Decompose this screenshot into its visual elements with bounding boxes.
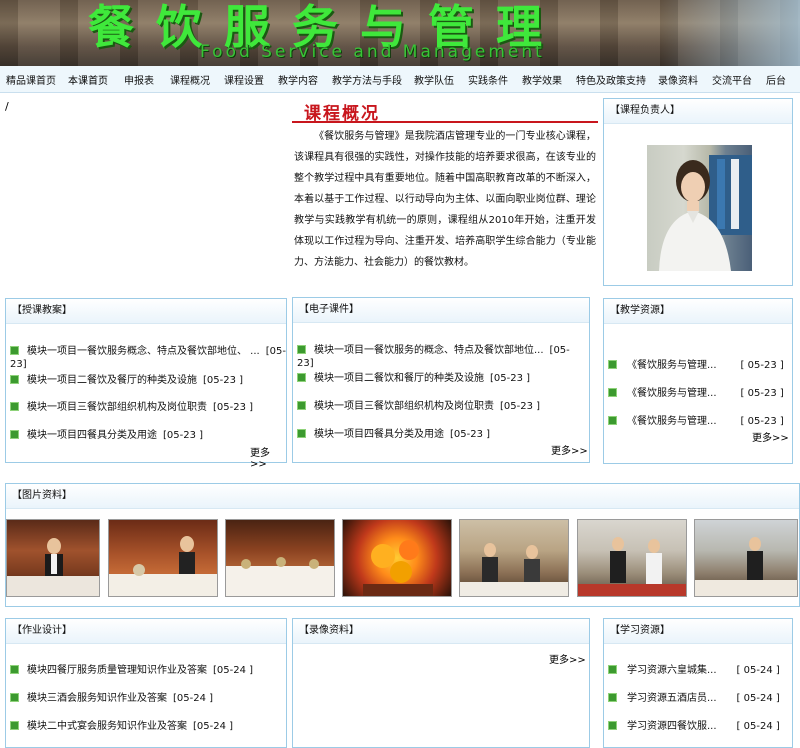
more-link[interactable]: 更多>>: [250, 444, 286, 470]
bullet-icon: [10, 401, 19, 411]
list-item[interactable]: 模块一项目三餐饮部组织机构及岗位职责 [05-23 ]: [10, 401, 253, 414]
nav-item-overview[interactable]: 课程概况: [170, 72, 210, 87]
list-item[interactable]: 模块一项目三餐饮部组织机构及岗位职责 [05-23 ]: [297, 400, 540, 413]
homework-box: 【作业设计】 模块四餐厅服务质量管理知识作业及答案 [05-24 ] 模块三酒会服…: [5, 618, 287, 748]
photo-materials-title: 【图片资料】: [6, 484, 799, 509]
bullet-icon: [10, 429, 19, 439]
bullet-icon: [608, 720, 617, 730]
courseware-title: 【电子课件】: [293, 298, 589, 323]
list-item[interactable]: 《餐饮服务与管理...[ 05-23 ]: [608, 415, 784, 428]
nav-item-course-home[interactable]: 本课首页: [68, 72, 108, 87]
bullet-icon: [297, 372, 306, 382]
nav-item-methods[interactable]: 教学方法与手段: [332, 72, 402, 87]
nav-item-featured-home[interactable]: 精品课首页: [6, 72, 56, 87]
list-item[interactable]: 模块一项目二餐饮及餐厅的种类及设施 [05-23 ]: [10, 374, 243, 387]
bullet-icon: [10, 374, 19, 384]
bullet-icon: [297, 428, 306, 438]
teaching-plans-box: 【授课教案】 模块一项目一餐饮服务概念、特点及餐饮部地位、 ... [05-23]…: [5, 298, 287, 470]
breadcrumb: /: [5, 100, 9, 113]
bullet-icon: [608, 415, 617, 425]
overview-divider: [292, 121, 598, 123]
bullet-icon: [608, 692, 617, 702]
nav-item-admin[interactable]: 后台: [766, 72, 786, 87]
list-item[interactable]: 模块一项目四餐具分类及用途 [05-23 ]: [297, 428, 490, 441]
bullet-icon: [297, 400, 306, 410]
homework-title: 【作业设计】: [6, 619, 286, 644]
teaching-resources-title: 【教学资源】: [604, 299, 792, 324]
list-item[interactable]: 模块一项目四餐具分类及用途 [05-23 ]: [10, 429, 203, 442]
banner-tint: [660, 0, 800, 66]
courseware-box: 【电子课件】 模块一项目一餐饮服务的概念、特点及餐饮部地位... [05-23] …: [292, 297, 590, 463]
nav-item-application[interactable]: 申报表: [124, 72, 154, 87]
site-banner: 餐饮服务与管理 Food Service and Management: [0, 0, 800, 66]
main-nav: 精品课首页 本课首页 申报表 课程概况 课程设置 教学内容 教学方法与手段 教学…: [0, 66, 800, 93]
teaching-resources-box: 【教学资源】 《餐饮服务与管理...[ 05-23 ] 《餐饮服务与管理...[…: [603, 298, 793, 464]
video-materials-title: 【录像资料】: [293, 619, 589, 644]
more-link[interactable]: 更多>>: [549, 651, 586, 666]
teaching-plans-title: 【授课教案】: [6, 299, 286, 324]
list-item[interactable]: 学习资源六皇城集...[ 05-24 ]: [608, 664, 780, 677]
list-item[interactable]: 模块一项目二餐饮和餐厅的种类及设施 [05-23 ]: [297, 372, 530, 385]
nav-item-team[interactable]: 教学队伍: [414, 72, 454, 87]
bullet-icon: [608, 359, 617, 369]
list-item[interactable]: 模块四餐厅服务质量管理知识作业及答案 [05-24 ]: [10, 664, 253, 677]
nav-item-results[interactable]: 教学效果: [522, 72, 562, 87]
bullet-icon: [10, 720, 19, 730]
photo-thumbnail[interactable]: [577, 519, 687, 597]
bullet-icon: [10, 692, 19, 702]
nav-item-course-setup[interactable]: 课程设置: [224, 72, 264, 87]
photo-thumbnail[interactable]: [459, 519, 569, 597]
photo-thumbnail[interactable]: [6, 519, 100, 597]
list-item[interactable]: 模块二中式宴会服务知识作业及答案 [05-24 ]: [10, 720, 233, 733]
photo-thumbnail[interactable]: [225, 519, 335, 597]
photo-thumbnail[interactable]: [342, 519, 452, 597]
video-materials-box: 【录像资料】 更多>>: [292, 618, 590, 748]
course-leader-title: 【课程负责人】: [604, 99, 792, 124]
photo-thumbnail[interactable]: [108, 519, 218, 597]
list-item[interactable]: 《餐饮服务与管理...[ 05-23 ]: [608, 359, 784, 372]
nav-item-content[interactable]: 教学内容: [278, 72, 318, 87]
bullet-icon: [10, 664, 19, 674]
list-item[interactable]: 模块三酒会服务知识作业及答案 [05-24 ]: [10, 692, 213, 705]
banner-subtitle: Food Service and Management: [200, 42, 545, 62]
list-item[interactable]: 学习资源四餐饮服...[ 05-24 ]: [608, 720, 780, 733]
leader-portrait-icon: [659, 155, 752, 271]
nav-item-video[interactable]: 录像资料: [658, 72, 698, 87]
overview-text: 《餐饮服务与管理》是我院酒店管理专业的一门专业核心课程，该课程具有很强的实践性，…: [294, 131, 596, 268]
more-link[interactable]: 更多>>: [551, 442, 588, 457]
nav-item-features[interactable]: 特色及政策支持: [576, 72, 646, 87]
course-overview: 课程概况 《餐饮服务与管理》是我院酒店管理专业的一门专业核心课程，该课程具有很强…: [292, 97, 598, 273]
bullet-icon: [608, 664, 617, 674]
photo-thumbnail[interactable]: [694, 519, 798, 597]
bullet-icon: [297, 344, 306, 354]
learning-resources-title: 【学习资源】: [604, 619, 792, 644]
more-link[interactable]: 更多>>: [752, 429, 789, 444]
leader-photo[interactable]: [647, 145, 752, 271]
list-item[interactable]: 模块一项目一餐饮服务的概念、特点及餐饮部地位... [05-23]: [297, 344, 583, 370]
nav-item-forum[interactable]: 交流平台: [712, 72, 752, 87]
learning-resources-box: 【学习资源】 学习资源六皇城集...[ 05-24 ] 学习资源五酒店员...[…: [603, 618, 793, 748]
list-item[interactable]: 《餐饮服务与管理...[ 05-23 ]: [608, 387, 784, 400]
bullet-icon: [608, 387, 617, 397]
list-item[interactable]: 模块一项目一餐饮服务概念、特点及餐饮部地位、 ... [05-23]: [10, 345, 286, 371]
list-item[interactable]: 学习资源五酒店员...[ 05-24 ]: [608, 692, 780, 705]
course-leader-box: 【课程负责人】: [603, 98, 793, 286]
nav-item-practice[interactable]: 实践条件: [468, 72, 508, 87]
bullet-icon: [10, 345, 19, 355]
